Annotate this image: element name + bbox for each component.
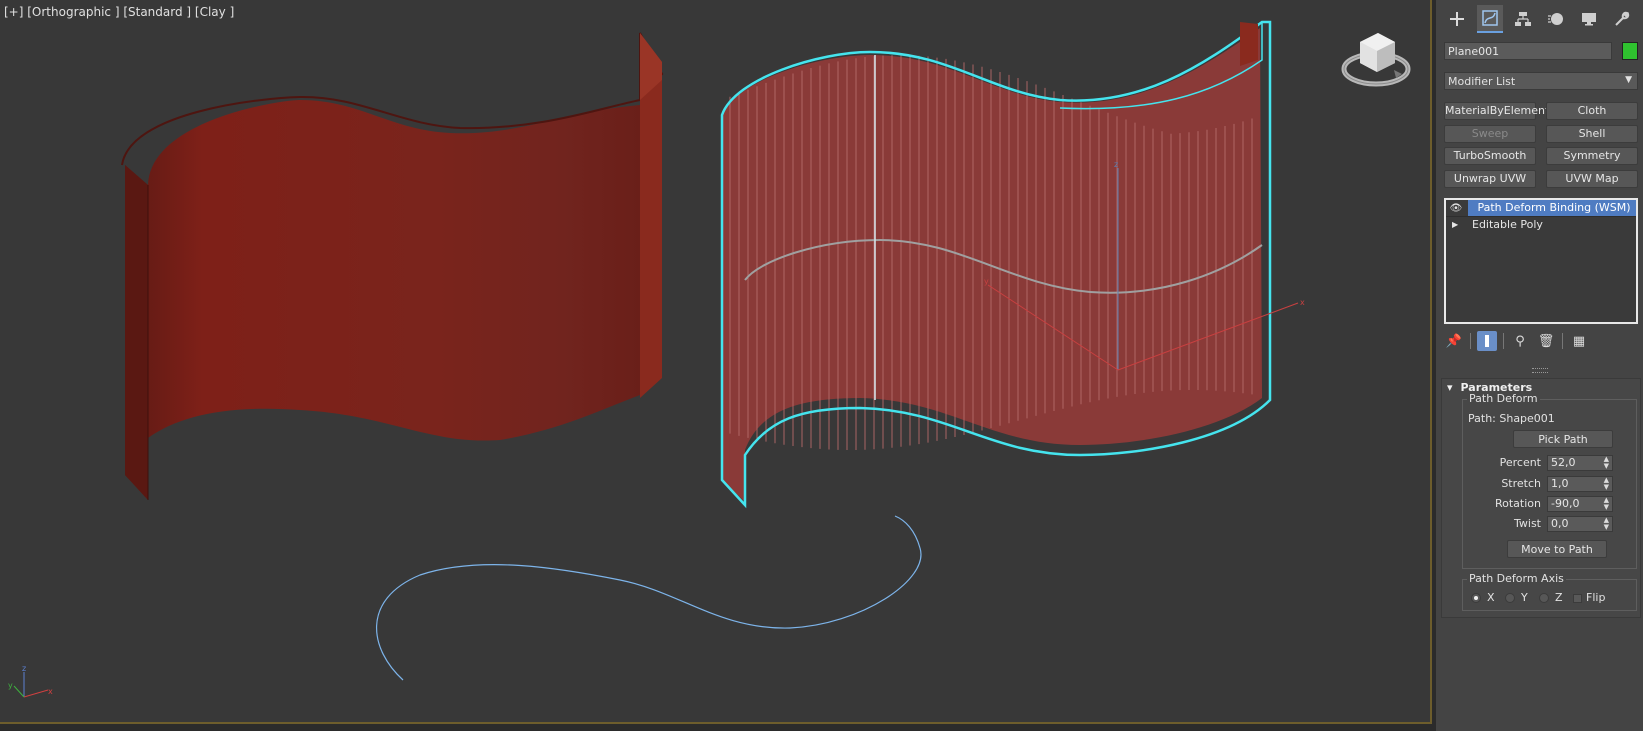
twist-spinner[interactable]: 0,0 ▲ ▼ [1547, 516, 1613, 532]
twist-label: Twist [1514, 517, 1541, 530]
wavy-wall-left[interactable] [121, 32, 664, 500]
viewcube-icon[interactable] [1341, 33, 1411, 87]
flip-label: Flip [1586, 591, 1606, 604]
motion-tab[interactable] [1543, 6, 1569, 32]
path-deform-axis-group-label: Path Deform Axis [1467, 572, 1566, 585]
viewport-label-menu[interactable]: [+] [Orthographic ] [Standard ] [Clay ] [4, 5, 234, 19]
cloth-button[interactable]: Cloth [1546, 102, 1638, 120]
pick-path-button[interactable]: Pick Path [1513, 430, 1613, 448]
gizmo-z-label: z [1114, 160, 1118, 169]
stretch-spinner[interactable]: 1,0 ▲ ▼ [1547, 476, 1613, 492]
hierarchy-icon [1514, 12, 1531, 26]
axis-x-label: X [1487, 591, 1495, 604]
trash-icon[interactable]: 🗑 [1536, 331, 1556, 351]
toolbar-divider [1503, 333, 1504, 349]
spinner-arrows-icon[interactable]: ▲ ▼ [1604, 456, 1609, 470]
symmetry-button[interactable]: Symmetry [1546, 147, 1638, 165]
spinner-arrows-icon[interactable]: ▲ ▼ [1604, 517, 1609, 531]
rotation-value: -90,0 [1551, 497, 1580, 510]
stack-toolbar: 📌 ⚲ 🗑 ▦ [1444, 330, 1638, 352]
modify-tab[interactable] [1476, 5, 1503, 33]
configure-modifier-sets-icon[interactable]: ▦ [1569, 331, 1589, 351]
create-tab[interactable] [1444, 6, 1470, 32]
modifier-list-label: Modifier List [1448, 75, 1516, 88]
modifier-list-dropdown[interactable]: Modifier List ▼ [1444, 72, 1638, 90]
axis-y-label: Y [1521, 591, 1528, 604]
sweep-button[interactable]: Sweep [1444, 125, 1536, 143]
axis-x-radio[interactable] [1471, 593, 1481, 603]
unwrap-uvw-button[interactable]: Unwrap UVW [1444, 170, 1536, 188]
path-deform-group: Path Deform Path: Shape001 Pick Path Per… [1462, 392, 1637, 569]
spinner-arrows-icon[interactable]: ▲ ▼ [1604, 477, 1609, 491]
pin-stack-icon[interactable]: 📌 [1444, 331, 1464, 351]
turbosmooth-button[interactable]: TurboSmooth [1444, 147, 1536, 165]
chevron-down-icon: ▼ [1625, 75, 1632, 85]
path-spline-shape[interactable] [376, 515, 922, 681]
modify-icon [1481, 10, 1498, 26]
plus-icon [1449, 12, 1464, 26]
rotation-label: Rotation [1494, 497, 1541, 510]
flip-checkbox[interactable] [1573, 594, 1582, 603]
hierarchy-tab[interactable] [1510, 6, 1536, 32]
path-deform-group-label: Path Deform [1467, 392, 1540, 405]
stack-item-editable-poly[interactable]: ▶ Editable Poly [1446, 216, 1636, 233]
twist-value: 0,0 [1551, 517, 1569, 530]
move-to-path-button[interactable]: Move to Path [1507, 540, 1607, 558]
viewport-orthographic[interactable]: z x y z x y [+] [Orthographic ] [Standar… [0, 0, 1432, 724]
path-name-text: Path: Shape001 [1468, 412, 1555, 425]
toolbar-divider [1562, 333, 1563, 349]
command-panel: Plane001 Modifier List ▼ MaterialByEleme… [1436, 0, 1643, 731]
modifier-stack[interactable]: 👁 Path Deform Binding (WSM) ▶ Editable P… [1444, 198, 1638, 324]
tripod-y-label: y [8, 681, 13, 690]
shell-button[interactable]: Shell [1546, 125, 1638, 143]
make-unique-icon[interactable]: ⚲ [1510, 331, 1530, 351]
object-color-swatch[interactable] [1622, 42, 1638, 60]
gizmo-x-label: x [1300, 298, 1305, 307]
toolbar-divider [1470, 333, 1471, 349]
tripod-x-label: x [48, 687, 53, 696]
percent-spinner[interactable]: 52,0 ▲ ▼ [1547, 455, 1613, 471]
motion-icon [1548, 13, 1564, 25]
eye-icon[interactable]: 👁 [1449, 201, 1463, 215]
stack-item-label: Path Deform Binding (WSM) [1468, 200, 1636, 216]
parameters-rollout: ▾ Parameters Path Deform Path: Shape001 P… [1441, 378, 1641, 618]
spinner-arrows-icon[interactable]: ▲ ▼ [1604, 497, 1609, 511]
scene-canvas: z x y z x y [8, 20, 1411, 698]
expand-triangle-icon[interactable]: ▶ [1452, 217, 1458, 233]
world-axis-tripod: z x y [8, 664, 53, 698]
rollout-resize-grip[interactable] [1532, 368, 1548, 373]
percent-label: Percent [1499, 456, 1541, 469]
percent-value: 52,0 [1551, 456, 1576, 469]
object-name-field[interactable]: Plane001 [1444, 42, 1612, 60]
axis-z-radio[interactable] [1539, 593, 1549, 603]
wrench-icon [1615, 11, 1630, 26]
wavy-wall-right-selected[interactable] [720, 20, 1272, 509]
path-deform-axis-group: Path Deform Axis X Y Z Flip [1462, 572, 1637, 611]
rotation-spinner[interactable]: -90,0 ▲ ▼ [1547, 496, 1613, 512]
utilities-tab[interactable] [1609, 6, 1635, 32]
command-panel-tabs [1436, 0, 1643, 38]
axis-z-label: Z [1555, 591, 1563, 604]
display-icon [1582, 13, 1597, 26]
tripod-z-label: z [22, 664, 26, 673]
display-tab[interactable] [1576, 6, 1602, 32]
stack-item-path-deform-binding[interactable]: 👁 Path Deform Binding (WSM) [1446, 200, 1636, 216]
axis-y-radio[interactable] [1505, 593, 1515, 603]
show-end-result-icon[interactable] [1477, 331, 1497, 351]
uvw-map-button[interactable]: UVW Map [1546, 170, 1638, 188]
materialbyelement-button[interactable]: MaterialByElement [1444, 102, 1549, 120]
collapse-triangle-icon: ▾ [1447, 381, 1453, 394]
stretch-label: Stretch [1501, 477, 1541, 490]
stack-item-label: Editable Poly [1472, 218, 1543, 231]
gizmo-y-label: y [984, 277, 989, 286]
stretch-value: 1,0 [1551, 477, 1569, 490]
